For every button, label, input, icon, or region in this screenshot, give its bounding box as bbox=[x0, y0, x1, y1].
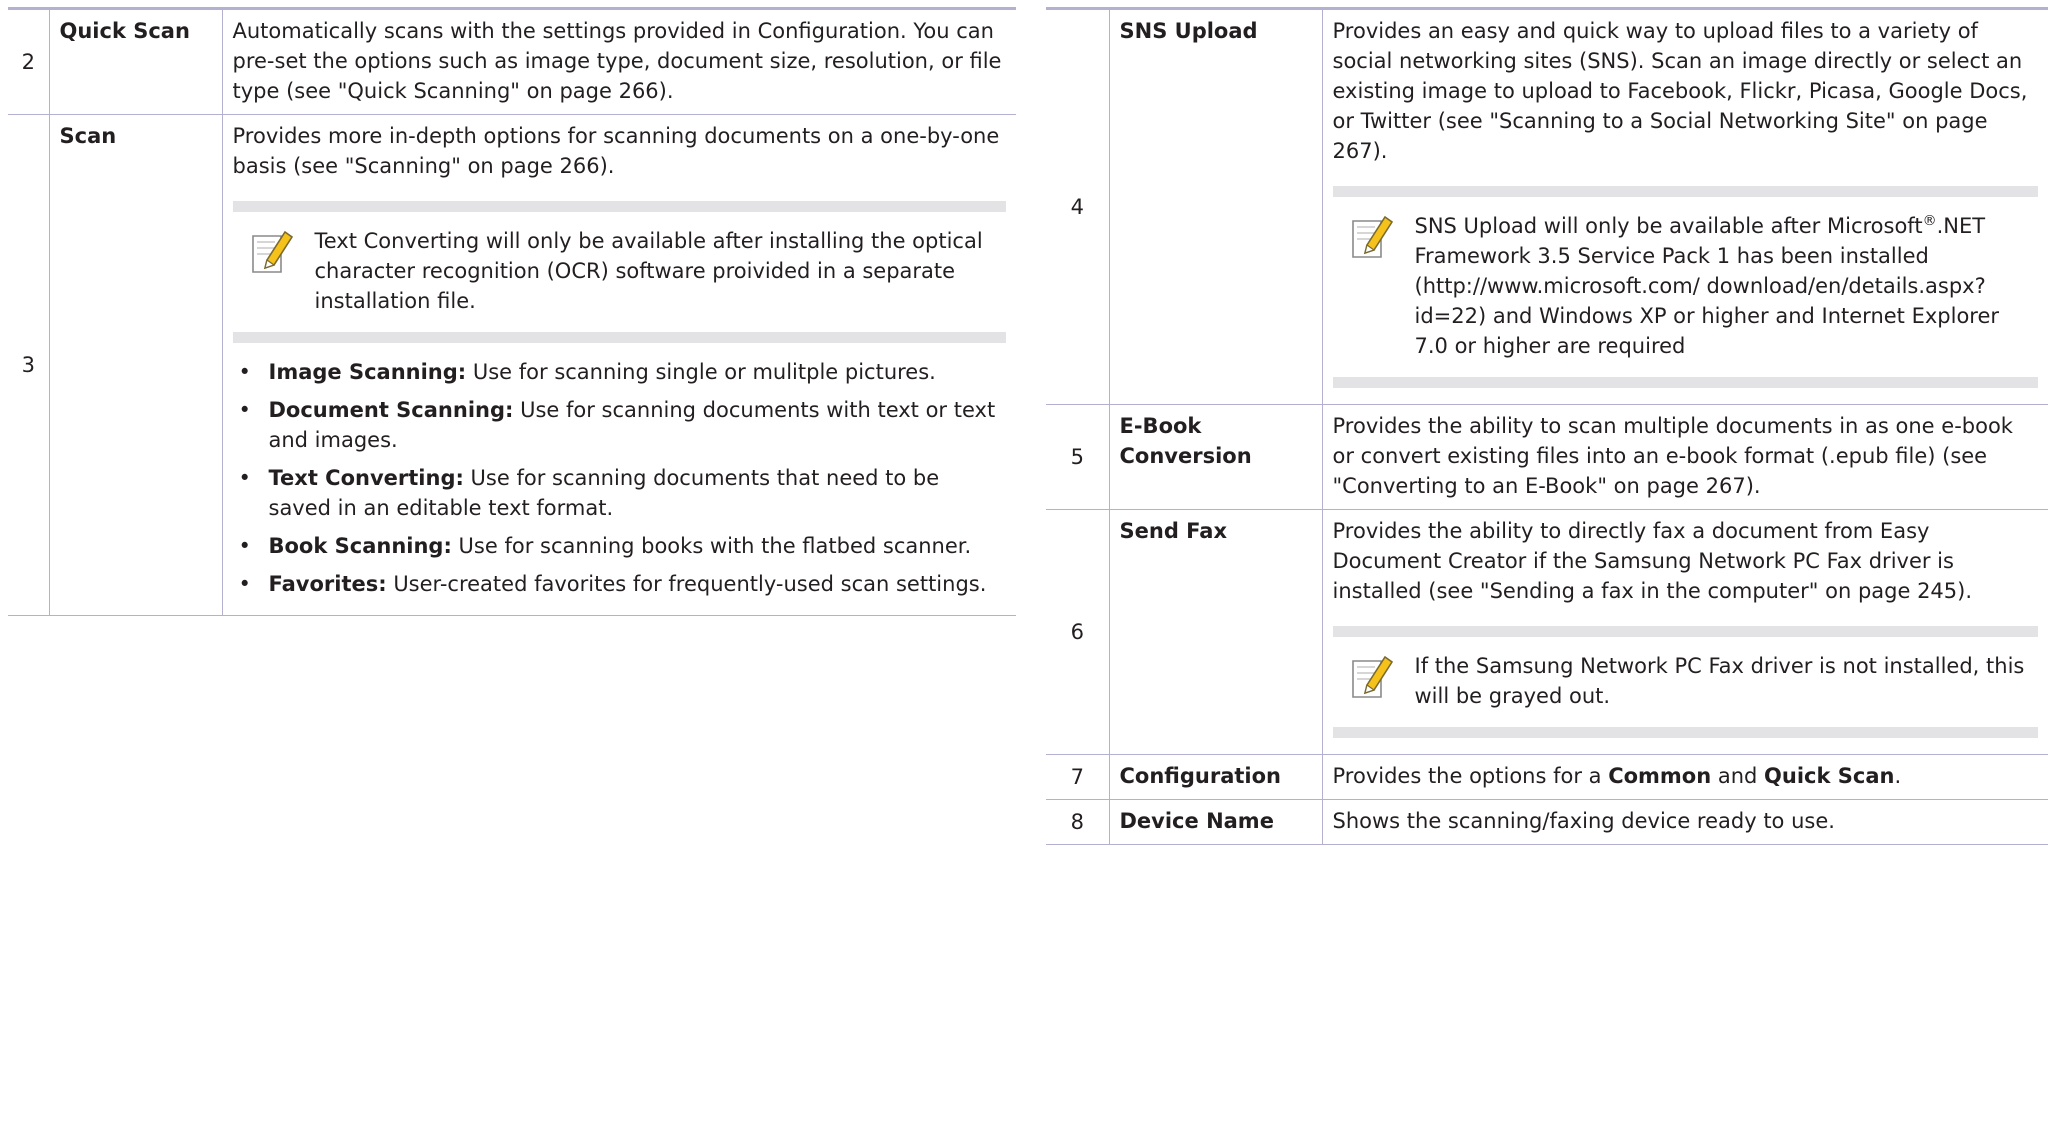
right-feature-table: 4 SNS Upload Provides an easy and quick … bbox=[1046, 7, 2048, 845]
item-label: Favorites: bbox=[268, 572, 387, 596]
row-number: 2 bbox=[8, 7, 49, 115]
list-item: Image Scanning: Use for scanning single … bbox=[233, 357, 1007, 387]
row-number: 4 bbox=[1046, 7, 1109, 405]
table-row: 7 Configuration Provides the options for… bbox=[1046, 754, 2048, 800]
description-text: Shows the scanning/faxing device ready t… bbox=[1332, 809, 1835, 833]
row-number: 5 bbox=[1046, 404, 1109, 510]
description-text: Provides more in-depth options for scann… bbox=[232, 124, 1000, 178]
table-row: 4 SNS Upload Provides an easy and quick … bbox=[1046, 7, 2048, 405]
note-text: If the Samsung Network PC Fax driver is … bbox=[1414, 654, 2025, 708]
note-text-start: SNS Upload will only be available after … bbox=[1414, 214, 1923, 238]
feature-name: SNS Upload bbox=[1108, 7, 1322, 405]
feature-name: Send Fax bbox=[1108, 509, 1322, 755]
pencil-note-icon bbox=[1351, 215, 1393, 258]
item-label: Text Converting: bbox=[268, 466, 464, 490]
pencil-note-icon bbox=[1351, 655, 1393, 698]
feature-description: Provides the ability to directly fax a d… bbox=[1321, 509, 2048, 755]
table-row: 2 Quick Scan Automatically scans with th… bbox=[8, 7, 1016, 115]
note-text: Text Converting will only be available a… bbox=[314, 229, 983, 313]
description-text: Provides the ability to directly fax a d… bbox=[1332, 519, 1973, 603]
note-box: SNS Upload will only be available after … bbox=[1332, 186, 2038, 388]
feature-description: Provides the options for a Common and Qu… bbox=[1321, 754, 2048, 800]
item-text: User-created favorites for frequently-us… bbox=[386, 572, 987, 596]
description-text: Automatically scans with the settings pr… bbox=[232, 19, 1002, 103]
registered-mark: ® bbox=[1922, 213, 1937, 229]
feature-description: Shows the scanning/faxing device ready t… bbox=[1321, 799, 2048, 845]
item-text: Use for scanning single or mulitple pict… bbox=[466, 360, 936, 384]
pencil-note-icon bbox=[251, 230, 293, 273]
item-label: Document Scanning: bbox=[268, 398, 514, 422]
list-item: Document Scanning: Use for scanning docu… bbox=[233, 395, 1007, 455]
row-number: 6 bbox=[1046, 509, 1109, 755]
feature-description: Provides more in-depth options for scann… bbox=[221, 114, 1016, 616]
feature-name: Scan bbox=[48, 114, 222, 616]
list-item: Favorites: User-created favorites for fr… bbox=[233, 569, 1007, 599]
feature-description: Provides the ability to scan multiple do… bbox=[1321, 404, 2048, 510]
description-text: . bbox=[1894, 764, 1902, 788]
feature-description: Automatically scans with the settings pr… bbox=[221, 7, 1016, 115]
table-row: 6 Send Fax Provides the ability to direc… bbox=[1046, 509, 2048, 755]
quick-scan-label: Quick Scan bbox=[1764, 764, 1895, 788]
row-number: 8 bbox=[1046, 799, 1109, 845]
feature-name: Configuration bbox=[1108, 754, 1322, 800]
scan-mode-list: Image Scanning: Use for scanning single … bbox=[233, 357, 1007, 599]
list-item: Text Converting: Use for scanning docume… bbox=[233, 463, 1007, 523]
feature-description: Provides an easy and quick way to upload… bbox=[1321, 7, 2048, 405]
item-label: Image Scanning: bbox=[268, 360, 467, 384]
table-row: 5 E-Book Conversion Provides the ability… bbox=[1046, 404, 2048, 510]
description-text: and bbox=[1711, 764, 1765, 788]
description-text: Provides an easy and quick way to upload… bbox=[1332, 19, 2028, 163]
item-label: Book Scanning: bbox=[268, 534, 452, 558]
description-text: Provides the options for a bbox=[1332, 764, 1609, 788]
row-number: 3 bbox=[8, 114, 49, 616]
description-text: Provides the ability to scan multiple do… bbox=[1332, 414, 2013, 498]
left-feature-table: 2 Quick Scan Automatically scans with th… bbox=[8, 7, 1016, 616]
row-number: 7 bbox=[1046, 754, 1109, 800]
table-row: 3 Scan Provides more in-depth options fo… bbox=[8, 114, 1016, 616]
note-box: Text Converting will only be available a… bbox=[232, 201, 1006, 343]
note-box: If the Samsung Network PC Fax driver is … bbox=[1332, 626, 2038, 738]
feature-name: E-Book Conversion bbox=[1108, 404, 1322, 510]
table-row: 8 Device Name Shows the scanning/faxing … bbox=[1046, 799, 2048, 845]
list-item: Book Scanning: Use for scanning books wi… bbox=[233, 531, 1007, 561]
common-label: Common bbox=[1608, 764, 1712, 788]
item-text: Use for scanning books with the flatbed … bbox=[451, 534, 972, 558]
note-text: SNS Upload will only be available after … bbox=[1415, 211, 2031, 361]
feature-name: Quick Scan bbox=[48, 7, 222, 115]
feature-name: Device Name bbox=[1108, 799, 1322, 845]
